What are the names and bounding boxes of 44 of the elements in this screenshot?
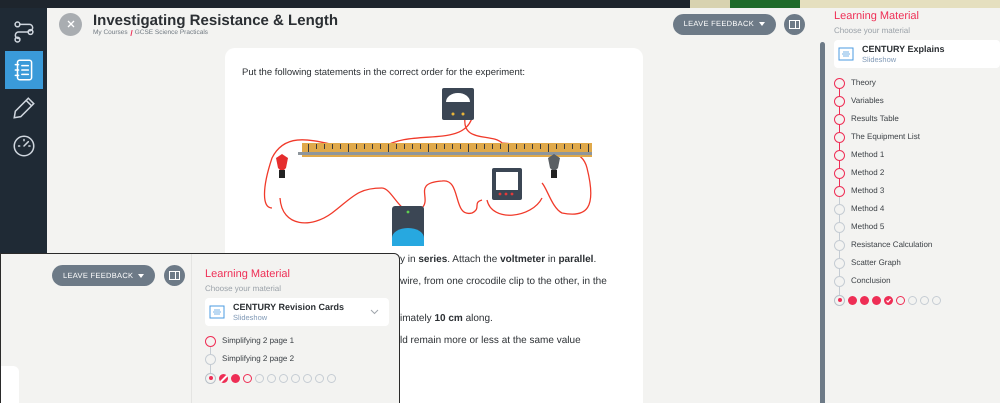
step-link[interactable]: Method 3 [851, 185, 884, 197]
caret-icon [138, 274, 144, 278]
pencil-icon [10, 95, 36, 121]
step-link[interactable]: Simplifying 2 page 2 [222, 353, 294, 365]
step-link[interactable]: Results Table [851, 113, 899, 125]
slideshow-icon [838, 46, 854, 62]
gauge-icon [10, 133, 36, 159]
slideshow-icon [209, 304, 225, 320]
chevron-down-icon [370, 309, 379, 315]
progress-dot[interactable] [219, 374, 228, 382]
statement-text: y in series. Attach the voltmeter in parallel. [400, 252, 596, 267]
material-name: CENTURY Explains [862, 44, 946, 54]
page-title: Investigating Resistance & Length [93, 12, 338, 28]
panel-subtitle: Choose your material [205, 284, 282, 294]
step-link[interactable]: Method 1 [851, 149, 884, 161]
split-panel-icon [789, 20, 800, 28]
step-link[interactable]: Method 4 [851, 203, 884, 215]
step-link[interactable]: Simplifying 2 page 1 [222, 335, 294, 347]
scrollbar[interactable] [820, 42, 825, 403]
card-background [1, 366, 19, 403]
caret-icon [759, 22, 765, 26]
close-icon [66, 20, 74, 28]
step-link[interactable]: Scatter Graph [851, 257, 901, 269]
step-link[interactable]: Conclusion [851, 275, 891, 287]
statement-text: wire, from one crocodile clip to the other, in the [400, 274, 607, 289]
close-button[interactable] [59, 12, 82, 36]
step-link[interactable]: Resistance Calculation [851, 239, 932, 251]
step-link[interactable]: Method 5 [851, 221, 884, 233]
step-link[interactable]: The Equipment List [851, 131, 920, 143]
progress-dot[interactable] [884, 296, 893, 304]
split-panel-icon [169, 271, 180, 280]
breadcrumb-separator [130, 29, 132, 36]
material-name: CENTURY Revision Cards [233, 302, 346, 312]
step-link[interactable]: Method 2 [851, 167, 884, 179]
panel-title: Learning Material [834, 9, 920, 23]
question-prompt: Put the following statements in the correct order for the experiment: [242, 66, 526, 80]
panel-toggle-button[interactable] [784, 14, 805, 34]
statement-text: ld remain more or less at the same value [400, 334, 581, 348]
step-link[interactable]: Variables [851, 95, 884, 107]
step-link[interactable]: Theory [851, 77, 876, 89]
panel-subtitle: Choose your material [834, 26, 912, 36]
statement-text: imately 10 cm along. [400, 312, 493, 326]
panel-toggle-button[interactable] [164, 265, 186, 286]
panel-title: Learning Material [205, 267, 291, 281]
